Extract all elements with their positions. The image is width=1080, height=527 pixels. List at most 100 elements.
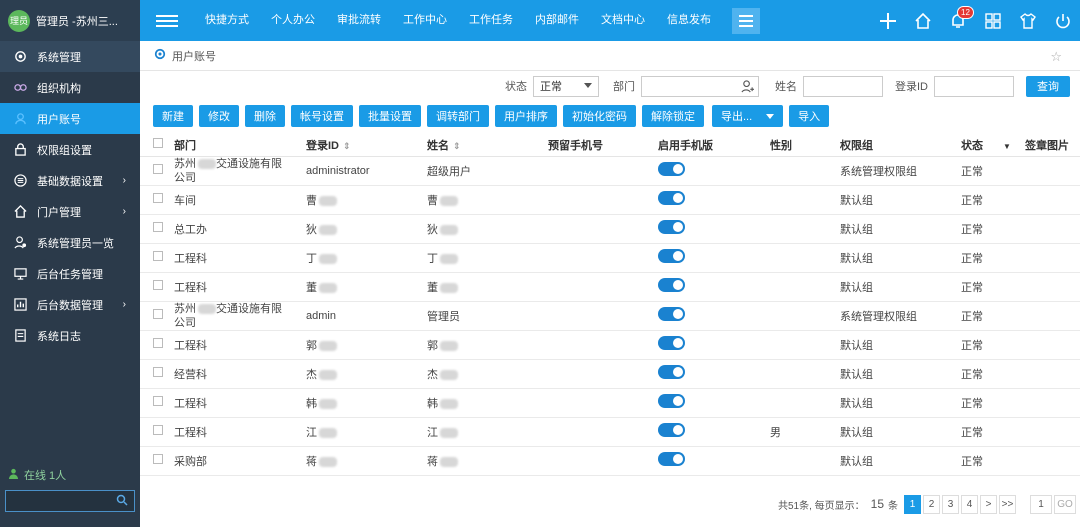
row-checkbox[interactable]: [153, 454, 163, 464]
goto-page-input[interactable]: 1: [1030, 494, 1052, 514]
nav-work-tasks[interactable]: 工作任务: [458, 0, 524, 41]
table-row[interactable]: 经营科 杰 杰 默认组 正常: [140, 359, 1080, 389]
table-row[interactable]: 工程科 董 董 默认组 正常: [140, 272, 1080, 302]
row-checkbox[interactable]: [153, 280, 163, 290]
sidebar-item-system-log[interactable]: 系统日志: [0, 320, 140, 351]
row-checkbox[interactable]: [153, 367, 163, 377]
row-checkbox[interactable]: [153, 164, 163, 174]
delete-button[interactable]: 删除: [245, 105, 285, 127]
sidebar-item-portal[interactable]: 门户管理 ›: [0, 196, 140, 227]
sidebar-search-input[interactable]: [5, 490, 135, 512]
home-icon[interactable]: [905, 12, 940, 30]
plus-icon[interactable]: [870, 12, 905, 30]
name-input[interactable]: [803, 75, 883, 97]
page-2-button[interactable]: 2: [923, 494, 940, 514]
user-sort-button[interactable]: 用户排序: [495, 105, 557, 127]
export-dropdown-button[interactable]: 导出...: [712, 105, 784, 127]
table-row[interactable]: 工程科 江 江 男默认组 正常: [140, 417, 1080, 447]
nav-work-center[interactable]: 工作中心: [392, 0, 458, 41]
transfer-dept-button[interactable]: 调转部门: [427, 105, 489, 127]
cell-name: 韩: [427, 397, 438, 410]
mobile-enabled-toggle[interactable]: [658, 249, 685, 263]
page-size-select[interactable]: 15: [871, 497, 884, 511]
star-icon[interactable]: ☆: [1050, 49, 1062, 65]
go-button[interactable]: GO: [1054, 494, 1076, 514]
unlock-button[interactable]: 解除锁定: [642, 105, 704, 127]
table-row[interactable]: 总工办 狄 狄 默认组 正常: [140, 214, 1080, 244]
mobile-enabled-toggle[interactable]: [658, 162, 685, 176]
account-settings-button[interactable]: 帐号设置: [291, 105, 353, 127]
sidebar-item-permission-group[interactable]: 权限组设置: [0, 134, 140, 165]
row-checkbox[interactable]: [153, 309, 163, 319]
table-row[interactable]: 苏州 交通设施有限 公司 admin 管理员 系统管理权限组 正常: [140, 301, 1080, 331]
batch-settings-button[interactable]: 批量设置: [359, 105, 421, 127]
mobile-enabled-toggle[interactable]: [658, 336, 685, 350]
nav-info-publish[interactable]: 信息发布: [656, 0, 722, 41]
mobile-enabled-toggle[interactable]: [658, 220, 685, 234]
mobile-enabled-toggle[interactable]: [658, 452, 685, 466]
more-menu-icon[interactable]: [732, 7, 760, 34]
mobile-enabled-toggle[interactable]: [658, 394, 685, 408]
mobile-enabled-toggle[interactable]: [658, 278, 685, 292]
sidebar-item-background-data[interactable]: 后台数据管理 ›: [0, 289, 140, 320]
nav-personal-office[interactable]: 个人办公: [260, 0, 326, 41]
mobile-enabled-toggle[interactable]: [658, 423, 685, 437]
header-status[interactable]: 状态 ▼: [947, 134, 1017, 157]
sidebar-item-organization[interactable]: 组织机构: [0, 72, 140, 103]
last-page-button[interactable]: >>: [999, 494, 1016, 514]
user-brand[interactable]: 理员 管理员 -苏州三...: [0, 0, 140, 41]
power-icon[interactable]: [1045, 12, 1080, 30]
search-icon[interactable]: [116, 494, 128, 509]
nav-approval[interactable]: 审批流转: [326, 0, 392, 41]
sidebar-item-label: 后台任务管理: [37, 268, 103, 281]
table-row[interactable]: 苏州 交通设施有限 公司 administrator 超级用户 系统管理权限组 正常: [140, 156, 1080, 186]
row-checkbox[interactable]: [153, 222, 163, 232]
row-checkbox[interactable]: [153, 338, 163, 348]
apps-icon[interactable]: [975, 12, 1010, 30]
sidebar-item-admin-list[interactable]: 系统管理员一览: [0, 227, 140, 258]
mobile-enabled-toggle[interactable]: [658, 191, 685, 205]
header-name[interactable]: 姓名 ⇕: [413, 134, 534, 157]
sidebar-item-basic-data[interactable]: 基础数据设置 ›: [0, 165, 140, 196]
mobile-enabled-toggle[interactable]: [658, 365, 685, 379]
mobile-enabled-toggle[interactable]: [658, 307, 685, 321]
next-page-button[interactable]: >: [980, 494, 997, 514]
row-checkbox[interactable]: [153, 396, 163, 406]
table-row[interactable]: 工程科 丁 丁 默认组 正常: [140, 243, 1080, 273]
sidebar-item-background-tasks[interactable]: 后台任务管理: [0, 258, 140, 289]
cell-dept: 工程科: [158, 330, 292, 360]
new-button[interactable]: 新建: [153, 105, 193, 127]
edit-button[interactable]: 修改: [199, 105, 239, 127]
select-all-checkbox[interactable]: [153, 138, 163, 149]
page-1-button[interactable]: 1: [904, 494, 921, 514]
nav-internal-mail[interactable]: 内部邮件: [524, 0, 590, 41]
sort-icon[interactable]: ⇕: [343, 141, 351, 151]
table-row[interactable]: 车间 曹 曹 默认组 正常: [140, 185, 1080, 215]
person-select-icon[interactable]: [741, 79, 754, 96]
row-checkbox[interactable]: [153, 193, 163, 203]
sort-icon[interactable]: ⇕: [453, 141, 461, 151]
import-button[interactable]: 导入: [789, 105, 830, 127]
page-4-button[interactable]: 4: [961, 494, 978, 514]
menu-toggle-icon[interactable]: [156, 12, 178, 30]
reset-password-button[interactable]: 初始化密码: [563, 105, 636, 127]
table-row[interactable]: 工程科 韩 韩 默认组 正常: [140, 388, 1080, 418]
cell-signature-image: [1017, 417, 1080, 447]
header-login-id[interactable]: 登录ID ⇕: [292, 134, 413, 157]
login-id-input[interactable]: [934, 75, 1014, 97]
status-select[interactable]: 正常: [533, 75, 599, 97]
sidebar-item-system-management[interactable]: 系统管理: [0, 41, 140, 72]
query-button[interactable]: 查询: [1026, 75, 1070, 97]
nav-document-center[interactable]: 文档中心: [590, 0, 656, 41]
dept-input[interactable]: [641, 75, 759, 97]
table-row[interactable]: 采购部 蒋 蒋 默认组 正常: [140, 446, 1080, 476]
table-row[interactable]: 工程科 郭 郭 默认组 正常: [140, 330, 1080, 360]
row-checkbox[interactable]: [153, 251, 163, 261]
row-checkbox[interactable]: [153, 425, 163, 435]
bell-icon[interactable]: 12: [940, 5, 975, 30]
nav-shortcuts[interactable]: 快捷方式: [194, 0, 260, 41]
skin-shirt-icon[interactable]: [1010, 12, 1045, 30]
page-3-button[interactable]: 3: [942, 494, 959, 514]
caret-down-icon[interactable]: ▼: [1003, 142, 1011, 151]
sidebar-item-user-account[interactable]: 用户账号: [0, 103, 140, 134]
